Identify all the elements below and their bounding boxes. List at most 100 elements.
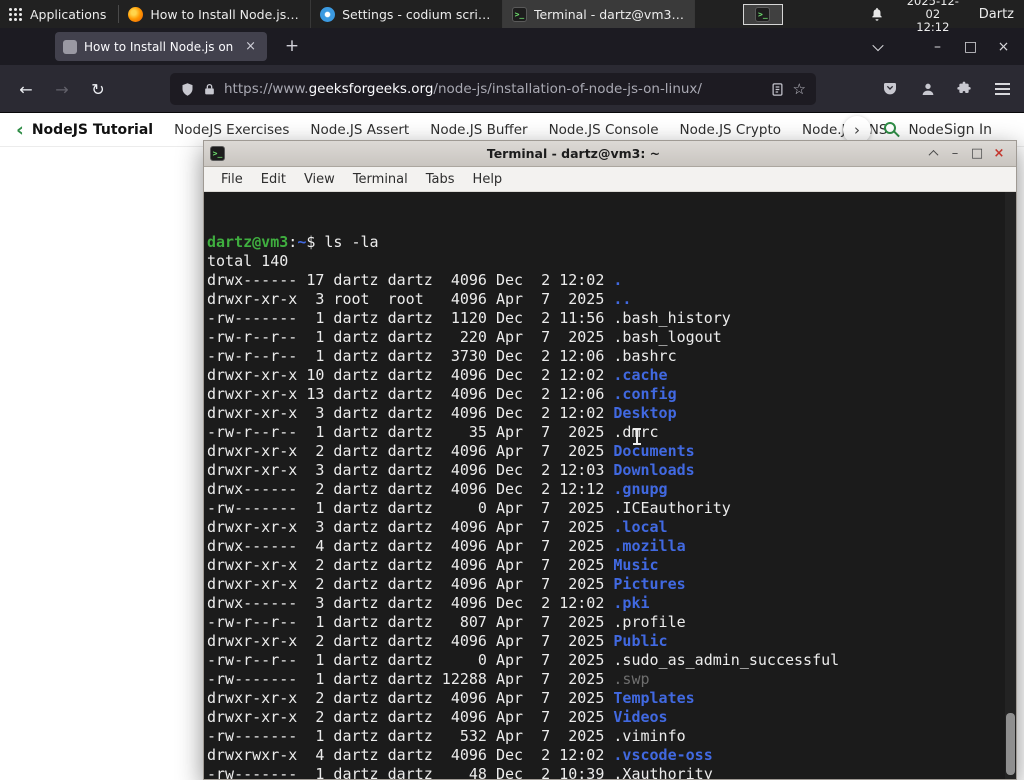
terminal-icon: >_: [511, 6, 527, 22]
listing-meta: -rw------- 1 dartz dartz 12288 Apr 7 202…: [207, 670, 614, 688]
browser-navbar: ← → ↻ https://www.geeksforgeeks.org/node…: [0, 65, 1024, 113]
listing-row: drwxr-xr-x 2 dartz dartz 4096 Apr 7 2025…: [207, 632, 1016, 651]
gfg-nav-link[interactable]: Node.JS Console: [549, 122, 659, 138]
back-button[interactable]: ←: [10, 73, 42, 105]
new-tab-button[interactable]: +: [280, 35, 304, 59]
listing-row: -rw------- 1 dartz dartz 12288 Apr 7 202…: [207, 670, 1016, 689]
shield-icon[interactable]: [180, 82, 195, 97]
codium-icon: [320, 6, 336, 22]
forward-button[interactable]: →: [46, 73, 78, 105]
chevron-up-icon: [928, 149, 938, 160]
listing-row: drwx------ 17 dartz dartz 4096 Dec 2 12:…: [207, 271, 1016, 290]
listing-name: .swp: [613, 670, 650, 688]
applications-menu-button[interactable]: Applications: [0, 0, 118, 28]
listing-meta: -rw------- 1 dartz dartz 532 Apr 7 2025: [207, 727, 614, 745]
taskbar-button-settings[interactable]: Settings - codium script...: [311, 0, 503, 28]
prompt-symbol: $: [306, 233, 325, 251]
bell-icon: [872, 7, 882, 21]
prompt-user-host: dartz@vm3: [207, 233, 289, 251]
listing-name: Pictures: [613, 575, 686, 593]
browser-tabbar: How to Install Node.js on × + – □ ×: [0, 28, 1024, 65]
terminal-content[interactable]: dartz@vm3:~$ ls -la total 140 drwx------ 1…: [204, 192, 1016, 779]
terminal-minimize-button[interactable]: –: [944, 144, 966, 163]
desktop: Applications How to Install Node.js o...…: [0, 0, 1024, 780]
gfg-nav-link[interactable]: Node: [908, 122, 943, 138]
tab-close-button[interactable]: ×: [242, 39, 259, 54]
listing-row: drwxr-xr-x 3 dartz dartz 4096 Dec 2 12:0…: [207, 404, 1016, 423]
terminal-menu-terminal[interactable]: Terminal: [344, 172, 417, 187]
listing-row: -rw------- 1 dartz dartz 48 Dec 2 10:39 …: [207, 765, 1016, 779]
lock-icon[interactable]: [203, 83, 216, 96]
extensions-button[interactable]: [948, 73, 980, 105]
listing-name: .bash_logout: [613, 328, 722, 346]
reload-button[interactable]: ↻: [82, 73, 114, 105]
listing-meta: drwxr-xr-x 3 dartz dartz 4096 Dec 2 12:0…: [207, 404, 614, 422]
browser-minimize-button[interactable]: –: [921, 34, 954, 60]
top-panel: Applications How to Install Node.js o...…: [0, 0, 1024, 33]
gfg-nav-link[interactable]: Node.JS Buffer: [430, 122, 527, 138]
menu-button[interactable]: [986, 73, 1018, 105]
terminal-menu-tabs[interactable]: Tabs: [417, 172, 464, 187]
clock-date: 2025-12-02: [906, 0, 959, 21]
pocket-button[interactable]: [874, 73, 906, 105]
gfg-nav-link[interactable]: NodeJS Tutorial: [32, 122, 153, 138]
terminal-scrollbar-track[interactable]: [1005, 192, 1016, 779]
listing-row: -rw-r--r-- 1 dartz dartz 0 Apr 7 2025 .s…: [207, 651, 1016, 670]
browser-maximize-button[interactable]: □: [954, 34, 987, 60]
listing-meta: drwxr-xr-x 3 dartz dartz 4096 Dec 2 12:0…: [207, 461, 614, 479]
terminal-menu-edit[interactable]: Edit: [252, 172, 295, 187]
terminal-titlebar[interactable]: >_ Terminal - dartz@vm3: ~ – □ ×: [204, 141, 1016, 167]
listing-meta: drwxr-xr-x 2 dartz dartz 4096 Apr 7 2025: [207, 442, 614, 460]
listing-name: .sudo_as_admin_successful: [613, 651, 840, 669]
listing-name: ..: [613, 290, 632, 308]
listing-meta: -rw-r--r-- 1 dartz dartz 807 Apr 7 2025: [207, 613, 614, 631]
terminal-maximize-button[interactable]: □: [966, 144, 988, 163]
bookmark-star-icon[interactable]: ☆: [793, 80, 806, 98]
listing-row: drwx------ 3 dartz dartz 4096 Dec 2 12:0…: [207, 594, 1016, 613]
listing-row: drwx------ 4 dartz dartz 4096 Apr 7 2025…: [207, 537, 1016, 556]
browser-close-button[interactable]: ×: [987, 34, 1020, 60]
taskbar-button-terminal[interactable]: >_ Terminal - dartz@vm3: ~: [502, 0, 695, 28]
terminal-window: >_ Terminal - dartz@vm3: ~ – □ × File Edi…: [203, 140, 1017, 780]
firefox-icon: [128, 6, 144, 22]
listing-name: .bashrc: [613, 347, 677, 365]
listing-row: drwxr-xr-x 2 dartz dartz 4096 Apr 7 2025…: [207, 689, 1016, 708]
url-bar[interactable]: https://www.geeksforgeeks.org/node-js/in…: [170, 73, 816, 105]
terminal-menu-file[interactable]: File: [212, 172, 252, 187]
gfg-nav-link[interactable]: NodeJS Exercises: [174, 122, 289, 138]
listing-name: .viminfo: [613, 727, 686, 745]
browser-tab[interactable]: How to Install Node.js on ×: [55, 32, 267, 61]
listing-meta: drwx------ 3 dartz dartz 4096 Dec 2 12:0…: [207, 594, 614, 612]
terminal-rollup-button[interactable]: [922, 144, 944, 163]
account-button[interactable]: [912, 73, 944, 105]
clock-time: 12:12: [916, 19, 950, 34]
terminal-menu-view[interactable]: View: [295, 172, 344, 187]
terminal-close-button[interactable]: ×: [988, 144, 1010, 163]
mouse-cursor: [633, 428, 641, 445]
listing-row: drwxr-xr-x 3 root root 4096 Apr 7 2025 .…: [207, 290, 1016, 309]
listing-meta: -rw------- 1 dartz dartz 1120 Dec 2 11:5…: [207, 309, 614, 327]
sign-in-button[interactable]: Sign In: [944, 122, 992, 138]
terminal-menu-help[interactable]: Help: [464, 172, 512, 187]
gfg-nav-link[interactable]: Node.JS Assert: [310, 122, 409, 138]
listing-meta: -rw-r--r-- 1 dartz dartz 220 Apr 7 2025: [207, 328, 614, 346]
listing-meta: drwx------ 4 dartz dartz 4096 Apr 7 2025: [207, 537, 614, 555]
terminal-scrollbar-thumb[interactable]: [1006, 713, 1015, 775]
nav-prev-chevron-icon[interactable]: ‹: [16, 120, 24, 140]
gfg-nav-link[interactable]: Node.JS Crypto: [680, 122, 781, 138]
listing-name: .ICEauthority: [613, 499, 731, 517]
search-icon[interactable]: [884, 122, 896, 134]
list-all-tabs-button[interactable]: [863, 34, 893, 60]
url-text[interactable]: https://www.geeksforgeeks.org/node-js/in…: [224, 81, 762, 97]
workspace-switcher[interactable]: >_: [742, 3, 783, 25]
taskbar-button-browser[interactable]: How to Install Node.js o...: [119, 0, 312, 28]
listing-meta: drwxr-xr-x 2 dartz dartz 4096 Apr 7 2025: [207, 556, 614, 574]
tab-favicon: [63, 39, 77, 54]
listing-row: drwxr-xr-x 2 dartz dartz 4096 Apr 7 2025…: [207, 575, 1016, 594]
reader-mode-icon[interactable]: [770, 82, 785, 97]
listing-row: -rw-r--r-- 1 dartz dartz 3730 Dec 2 12:0…: [207, 347, 1016, 366]
panel-clock[interactable]: 2025-12-02 12:12: [901, 0, 965, 34]
notifications-button[interactable]: [869, 6, 885, 22]
listing-row: -rw-r--r-- 1 dartz dartz 220 Apr 7 2025 …: [207, 328, 1016, 347]
listing-name: .local: [613, 518, 668, 536]
